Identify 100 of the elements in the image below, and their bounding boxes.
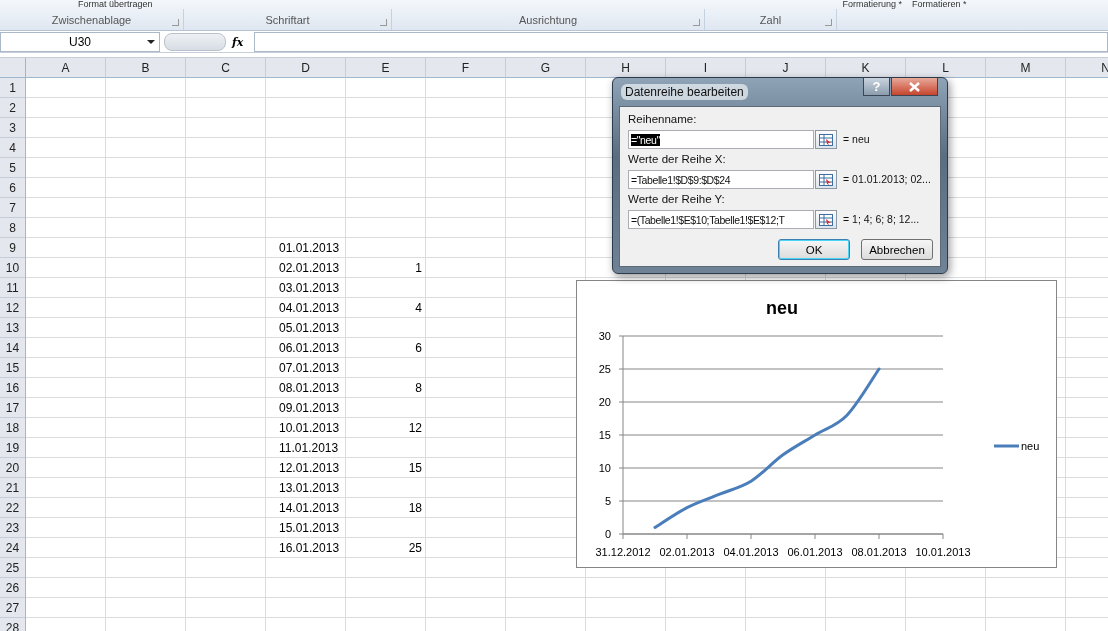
x-tick-label: 02.01.2013 (659, 546, 715, 558)
cancel-button[interactable]: Abbrechen (861, 239, 933, 260)
field-label: Reihenname: (628, 113, 697, 125)
row-header[interactable]: 18 (0, 418, 26, 438)
row-header[interactable]: 1 (0, 78, 26, 98)
row-header[interactable]: 6 (0, 178, 26, 198)
splitter-handle[interactable] (164, 33, 226, 51)
row-header[interactable]: 4 (0, 138, 26, 158)
table-cell-text: 15 (407, 460, 423, 477)
row-header[interactable]: 27 (0, 598, 26, 618)
dialog-launcher-icon[interactable] (380, 19, 387, 26)
formula-field[interactable] (254, 32, 1108, 52)
row-header[interactable]: 2 (0, 98, 26, 118)
y-tick-label: 15 (598, 429, 611, 441)
row-header[interactable]: 15 (0, 358, 26, 378)
row-header[interactable]: 23 (0, 518, 26, 538)
row-header[interactable]: 28 (0, 618, 26, 631)
column-header[interactable]: N (1066, 58, 1108, 78)
column-header[interactable]: L (906, 58, 986, 78)
range-select-button[interactable] (815, 170, 837, 189)
column-header[interactable]: C (186, 58, 266, 78)
dialog-launcher-icon[interactable] (825, 19, 832, 26)
range-select-icon (819, 213, 833, 226)
close-button[interactable] (891, 78, 938, 96)
row-header[interactable]: 12 (0, 298, 26, 318)
column-header[interactable]: J (746, 58, 826, 78)
y-tick-label: 0 (604, 528, 611, 540)
field-result: = 01.01.2013; 02... (843, 173, 931, 185)
table-cell-text: 1 (414, 260, 423, 277)
row-header[interactable]: 20 (0, 458, 26, 478)
table-cell-text: 14.01.2013 (278, 500, 341, 517)
row-header[interactable]: 11 (0, 278, 26, 298)
row-header[interactable]: 25 (0, 558, 26, 578)
table-cell-text: 07.01.2013 (278, 360, 341, 377)
y-tick-label: 20 (598, 396, 611, 408)
table-cell-text: 09.01.2013 (278, 400, 341, 417)
dialog-title: Datenreihe bearbeiten (621, 84, 748, 100)
row-header[interactable]: 14 (0, 338, 26, 358)
ribbon-command[interactable]: Format übertragen (78, 0, 153, 9)
field-result: = neu (843, 133, 870, 145)
table-cell-text: 15.01.2013 (278, 520, 341, 537)
table-cell-text: 10.01.2013 (278, 420, 341, 437)
table-cell-text: 01.01.2013 (278, 240, 341, 257)
table-cell-text: 06.01.2013 (278, 340, 341, 357)
ribbon-command[interactable]: Formatierung * (842, 0, 903, 9)
row-header[interactable]: 7 (0, 198, 26, 218)
row-header[interactable]: 24 (0, 538, 26, 558)
column-header[interactable]: F (426, 58, 506, 78)
ribbon-group-label: Zwischenablage (51, 13, 132, 26)
row-header[interactable]: 5 (0, 158, 26, 178)
table-cell-text: 05.01.2013 (278, 320, 341, 337)
range-select-button[interactable] (815, 210, 837, 229)
column-header[interactable]: D (266, 58, 346, 78)
row-header[interactable]: 8 (0, 218, 26, 238)
column-header[interactable]: A (26, 58, 106, 78)
chart-area[interactable]: neu 0 5 10 15 20 25 30 31.12.2012 02.01.2013 04.01.2013 06.01.2013 08.01.2013 10.01.2013 neu (576, 280, 1057, 568)
range-select-icon (819, 133, 833, 146)
select-all-corner[interactable] (0, 58, 26, 78)
table-cell-text: 4 (414, 300, 423, 317)
ribbon-command[interactable]: Formatieren * (912, 0, 967, 9)
table-cell-text: 8 (414, 380, 423, 397)
row-header[interactable]: 21 (0, 478, 26, 498)
range-select-button[interactable] (815, 130, 837, 149)
ok-button[interactable]: OK (778, 239, 850, 260)
table-cell-text: 12.01.2013 (278, 460, 341, 477)
column-header[interactable]: M (986, 58, 1066, 78)
x-tick-label: 04.01.2013 (723, 546, 779, 558)
row-header[interactable]: 16 (0, 378, 26, 398)
column-header[interactable]: I (666, 58, 746, 78)
row-header[interactable]: 13 (0, 318, 26, 338)
caret-icon[interactable] (147, 40, 155, 44)
table-cell-text: 13.01.2013 (278, 480, 341, 497)
input-field[interactable]: =(Tabelle1!$E$10;Tabelle1!$E$12;T (628, 210, 814, 229)
chart-title: neu (766, 298, 798, 318)
dialog-launcher-icon[interactable] (172, 19, 179, 26)
row-header[interactable]: 3 (0, 118, 26, 138)
insert-function-button[interactable]: fx (232, 35, 248, 49)
row-header[interactable]: 19 (0, 438, 26, 458)
x-tick-label: 06.01.2013 (787, 546, 843, 558)
row-header[interactable]: 26 (0, 578, 26, 598)
column-header[interactable]: E (346, 58, 426, 78)
table-cell-text: 03.01.2013 (278, 280, 341, 297)
range-select-icon (819, 173, 833, 186)
column-header[interactable]: H (586, 58, 666, 78)
table-cell-text: 08.01.2013 (278, 380, 341, 397)
input-field[interactable]: =Tabelle1!$D$9:$D$24 (628, 170, 814, 189)
row-header[interactable]: 17 (0, 398, 26, 418)
dialog-launcher-icon[interactable] (693, 19, 700, 26)
input-field[interactable]: ="neu" (628, 130, 814, 149)
y-tick-label: 10 (598, 462, 611, 474)
column-header[interactable]: G (506, 58, 586, 78)
row-header[interactable]: 9 (0, 238, 26, 258)
table-cell-text: 04.01.2013 (278, 300, 341, 317)
row-header[interactable]: 10 (0, 258, 26, 278)
column-header[interactable]: K (826, 58, 906, 78)
name-box[interactable]: U30 (0, 32, 160, 52)
column-header[interactable]: B (106, 58, 186, 78)
table-cell-text: 6 (414, 340, 423, 357)
row-header[interactable]: 22 (0, 498, 26, 518)
table-cell-text: 16.01.2013 (278, 540, 341, 557)
